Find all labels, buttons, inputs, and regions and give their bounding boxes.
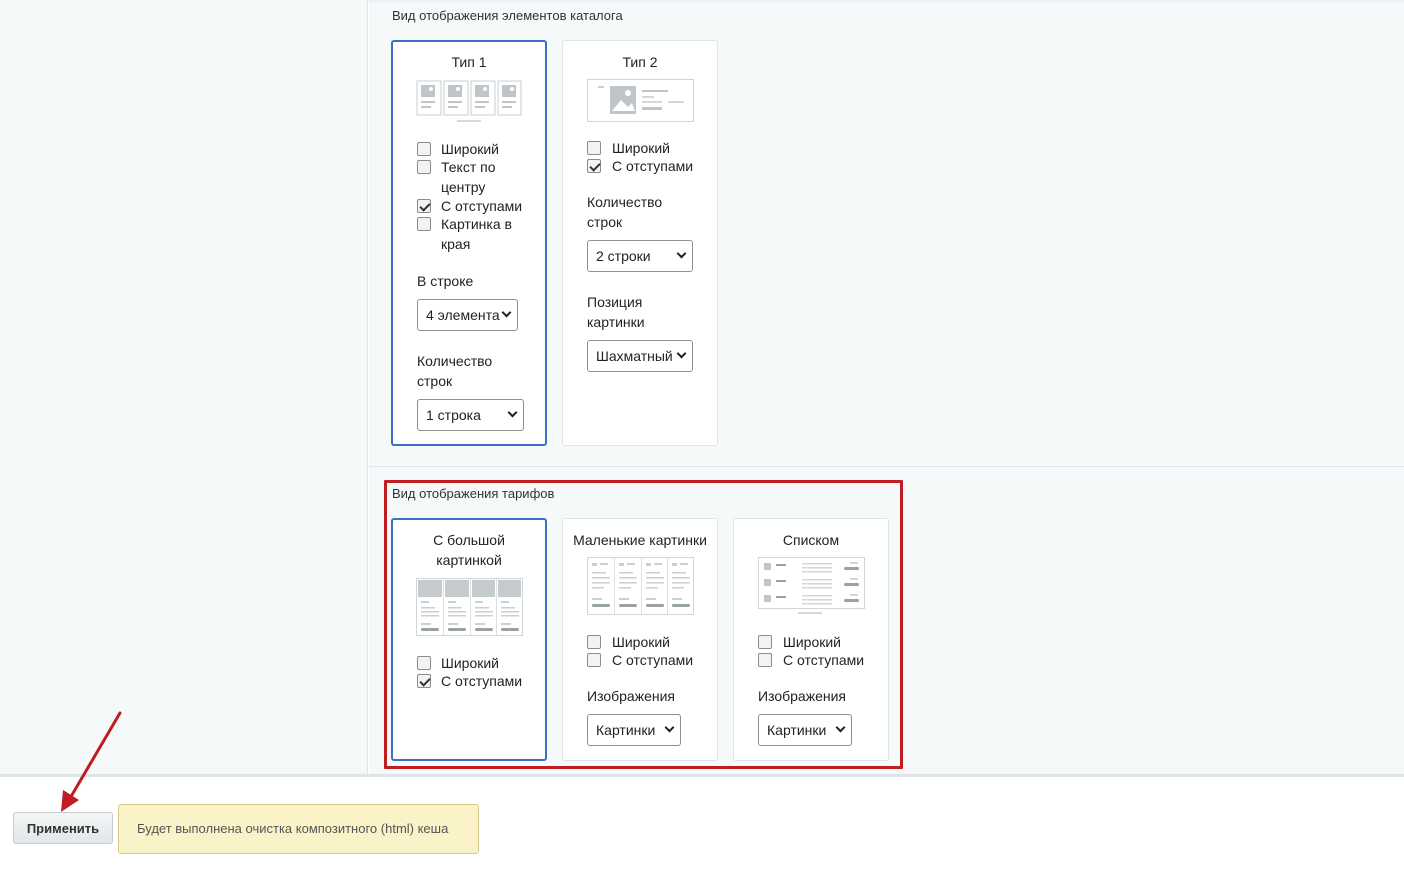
image-edge-checkbox[interactable] xyxy=(417,217,431,231)
per-row-select[interactable]: 4 элемента xyxy=(417,299,518,331)
left-panel xyxy=(0,0,368,774)
text-center-checkbox[interactable] xyxy=(417,160,431,174)
text-center-label-line1: Текст по xyxy=(441,159,496,175)
rows-count-label-line2: строк xyxy=(417,373,453,389)
tariffs-highlight-box xyxy=(384,480,903,769)
per-row-label: В строке xyxy=(417,273,474,289)
arrow-annotation-icon xyxy=(61,711,122,812)
image-position-label-line1: Позиция xyxy=(587,294,643,310)
image-position-select[interactable]: Шахматный xyxy=(587,340,693,372)
rows-count-select[interactable]: 1 строка xyxy=(417,399,524,431)
rows-count-label-line1: Количество xyxy=(417,353,493,369)
padding-checkbox[interactable] xyxy=(587,159,601,173)
wide-checkbox[interactable] xyxy=(417,142,431,156)
card-title: Тип 2 xyxy=(622,54,658,70)
image-position-label-line2: картинки xyxy=(587,314,645,330)
rows-count-select[interactable]: 2 строки xyxy=(587,240,693,272)
rows-count-label-line2: строк xyxy=(587,214,623,230)
type1-preview-icon xyxy=(416,80,522,122)
catalog-type1-card[interactable]: Тип 1 Широкий Текст по центру С отступам… xyxy=(391,40,547,446)
catalog-type2-card[interactable]: Тип 2 Широкий С отступами Количество стр… xyxy=(562,40,718,446)
padding-label: С отступами xyxy=(441,198,523,214)
chevron-down-icon xyxy=(507,407,518,418)
section-divider xyxy=(369,466,1404,467)
cache-notice: Будет выполнена очистка композитного (ht… xyxy=(118,804,479,854)
chevron-down-icon xyxy=(676,348,687,359)
catalog-section-title: Вид отображения элементов каталога xyxy=(392,8,623,23)
top-divider xyxy=(369,0,1404,3)
wide-label: Широкий xyxy=(441,141,499,157)
chevron-down-icon xyxy=(501,307,512,318)
type2-preview-icon xyxy=(587,79,694,122)
image-edge-label-line2: края xyxy=(441,236,471,252)
image-edge-label-line1: Картинка в xyxy=(441,216,512,232)
card-title: Тип 1 xyxy=(451,54,487,70)
padding-label: С отступами xyxy=(612,158,694,174)
apply-button[interactable]: Применить xyxy=(13,812,113,844)
text-center-label-line2: центру xyxy=(441,179,486,195)
chevron-down-icon xyxy=(676,248,687,259)
padding-checkbox[interactable] xyxy=(417,199,431,213)
rows-count-label-line1: Количество xyxy=(587,194,663,210)
wide-label: Широкий xyxy=(612,140,670,156)
wide-checkbox[interactable] xyxy=(587,141,601,155)
